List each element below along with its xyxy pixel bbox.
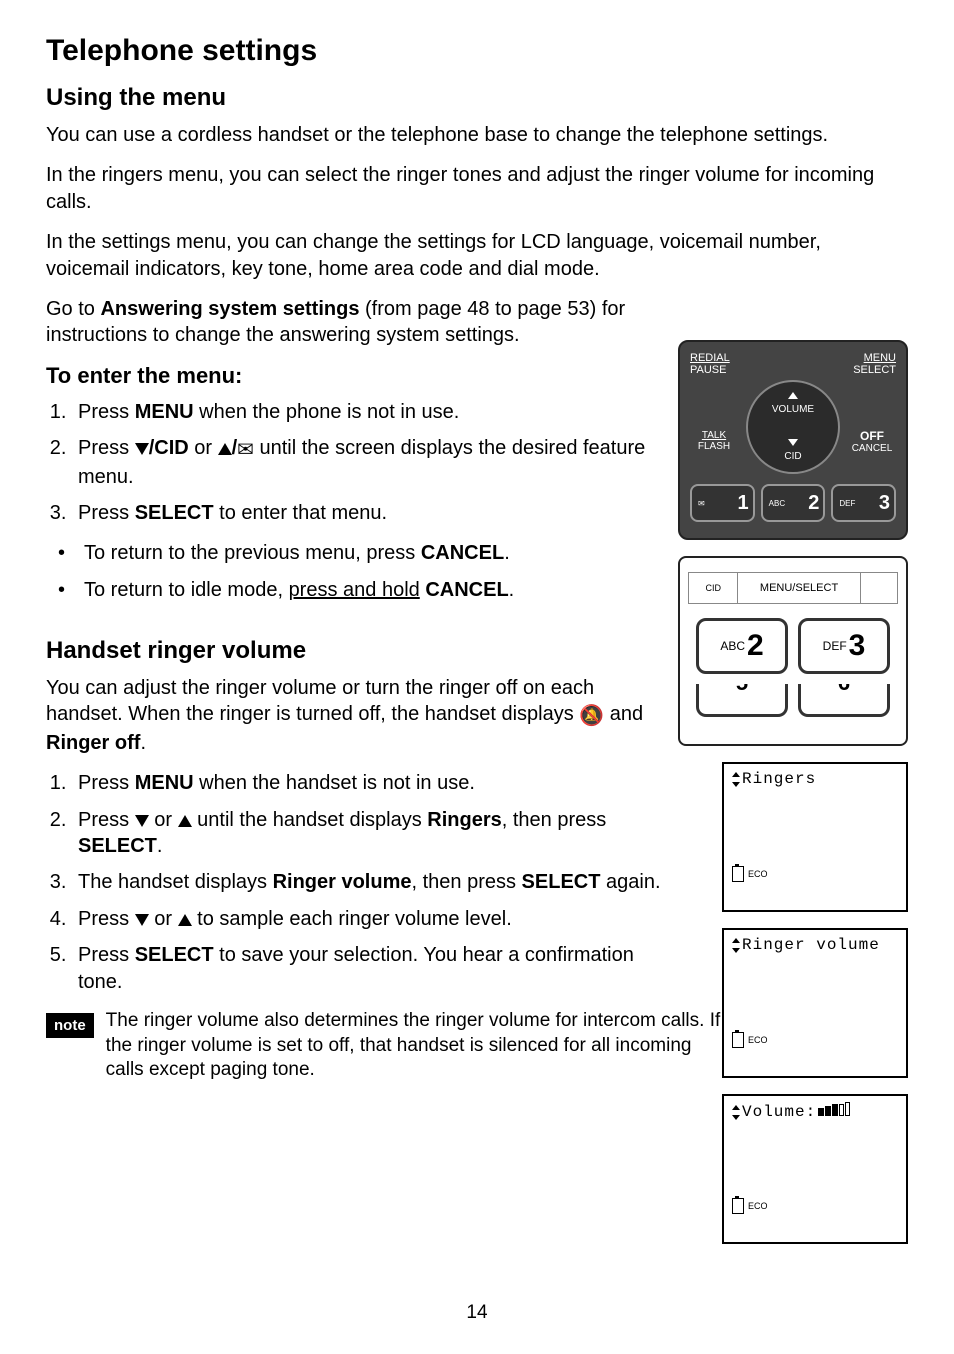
illustration-column: REDIALPAUSE MENUSELECT VOLUME CID TALKFL…	[678, 340, 908, 1260]
page-title: Telephone settings	[46, 34, 908, 68]
envelope-icon: ✉	[237, 437, 254, 463]
lcd-screen-volume-level: Volume: ECO	[722, 1094, 908, 1244]
up-down-icon	[732, 938, 742, 952]
down-arrow-icon	[135, 815, 149, 827]
down-arrow-icon	[135, 443, 149, 455]
battery-icon	[732, 1032, 744, 1048]
down-arrow-icon	[135, 914, 149, 926]
list-item: The handset displays Ringer volume, then…	[72, 869, 682, 895]
lcd-screen-ringers: Ringers ECO	[722, 762, 908, 912]
list-item: Press /CID or /✉ until the screen displa…	[72, 435, 688, 490]
body-text: You can use a cordless handset or the te…	[46, 122, 908, 148]
note-text: The ringer volume also determines the ri…	[106, 1009, 726, 1083]
base-illustration: CID MENU/SELECT ABC2 DEF3 5 6	[678, 556, 908, 746]
up-arrow-icon	[178, 914, 192, 926]
body-text: You can adjust the ringer volume or turn…	[46, 675, 656, 756]
section-heading: Using the menu	[46, 84, 908, 112]
up-down-icon	[732, 1105, 742, 1119]
base-key-2: ABC2	[696, 618, 788, 674]
voicemail-icon: ✉	[698, 499, 705, 508]
key-1: ✉1	[690, 484, 755, 522]
list-item: Press or until the handset displays Ring…	[72, 807, 682, 860]
no-ringer-icon: 🔕	[579, 703, 604, 729]
base-key-6: 6	[798, 684, 890, 717]
list-item: Press MENU when the handset is not in us…	[72, 770, 682, 796]
note-badge: note	[46, 1013, 94, 1038]
key-2: ABC2	[761, 484, 826, 522]
page-number: 14	[0, 1302, 954, 1324]
battery-icon	[732, 866, 744, 882]
handset-illustration: REDIALPAUSE MENUSELECT VOLUME CID TALKFL…	[678, 340, 908, 540]
up-down-icon	[732, 772, 742, 786]
body-text: In the ringers menu, you can select the …	[46, 162, 908, 215]
nav-pad-icon: VOLUME CID	[746, 380, 840, 474]
up-arrow-icon	[178, 815, 192, 827]
key-3: DEF3	[831, 484, 896, 522]
base-key-3: DEF3	[798, 618, 890, 674]
battery-icon	[732, 1198, 744, 1214]
up-arrow-icon	[218, 443, 232, 455]
volume-bars-icon	[818, 1102, 850, 1116]
list-item: Press SELECT to save your selection. You…	[72, 942, 682, 995]
step-list: Press MENU when the handset is not in us…	[46, 770, 682, 995]
list-item: Press or to sample each ringer volume le…	[72, 906, 682, 932]
body-text: Go to Answering system settings (from pa…	[46, 296, 656, 349]
lcd-screen-ringer-volume: Ringer volume ECO	[722, 928, 908, 1078]
body-text: In the settings menu, you can change the…	[46, 229, 908, 282]
base-key-5: 5	[696, 684, 788, 717]
